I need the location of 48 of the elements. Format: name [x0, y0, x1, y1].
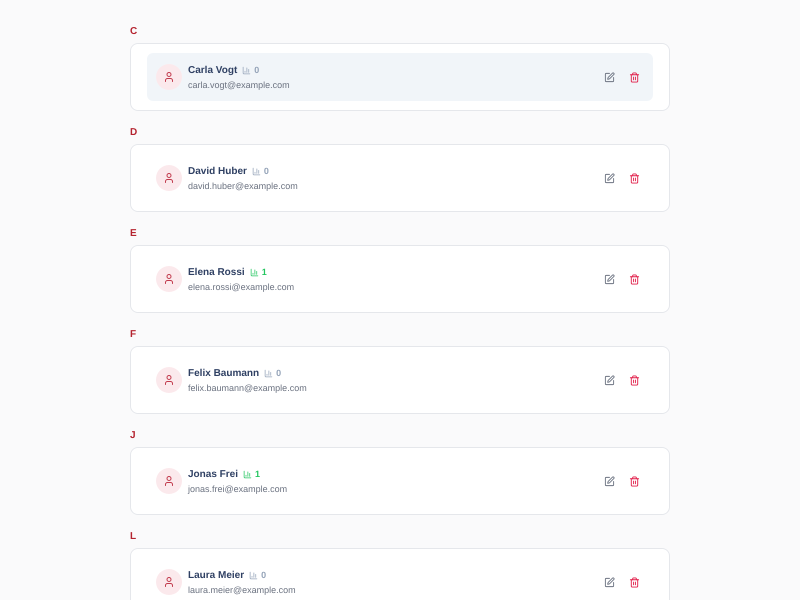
stat-count: 1 [255, 468, 260, 480]
contact-name: Carla Vogt [188, 64, 238, 76]
section-letter: L [130, 531, 138, 543]
contact-name: Jonas Frei [188, 468, 238, 480]
contact-email: felix.baumann@example.com [188, 382, 307, 394]
avatar-icon [156, 569, 182, 595]
contact-row[interactable]: Elena Rossi 1 elena.rossi@example.com [147, 255, 653, 303]
contact-name: David Huber [188, 164, 247, 178]
trash-icon [628, 172, 640, 184]
avatar-icon [156, 165, 182, 191]
contact-email: david.huber@example.com [188, 180, 298, 192]
contact-row[interactable]: Laura Meier 0 laura.meier@example.com [147, 558, 653, 600]
contact-email: jonas.frei@example.com [188, 482, 288, 494]
stat-count: 0 [261, 570, 266, 580]
contact-name: Laura Meier [188, 568, 244, 582]
avatar-icon [156, 64, 182, 90]
avatar-icon [156, 367, 182, 393]
contact-row[interactable]: David Huber 0 david.huber@example.com [147, 154, 653, 202]
edit-icon [604, 576, 614, 588]
trash-icon [628, 374, 640, 386]
contact-email: carla.vogt@example.com [188, 78, 290, 90]
edit-icon [604, 274, 614, 284]
contact-row[interactable]: Carla Vogt 0 carla.vogt@example.com [147, 53, 653, 101]
edit-icon [604, 374, 614, 386]
trash-icon [628, 274, 640, 284]
section-letter: F [130, 329, 138, 341]
avatar-icon [156, 266, 182, 292]
contact-name: Felix Baumann [188, 366, 260, 380]
avatar-icon [156, 468, 182, 494]
stat-count: 0 [254, 64, 260, 76]
trash-icon [628, 476, 640, 486]
trash-icon [628, 72, 640, 82]
stat-count: 1 [262, 266, 267, 278]
contact-row[interactable]: Felix Baumann 0 felix.baumann@example.com [147, 356, 653, 404]
contact-row[interactable]: Jonas Frei 1 jonas.frei@example.com [147, 457, 653, 505]
edit-icon [604, 172, 614, 184]
section-letter: D [130, 127, 138, 139]
contact-email: laura.meier@example.com [188, 584, 296, 596]
stat-count: 0 [276, 368, 282, 378]
contact-name: Elena Rossi [188, 266, 245, 278]
stat-count: 0 [264, 166, 269, 176]
section-letter: C [130, 26, 138, 38]
edit-icon [604, 72, 614, 82]
trash-icon [628, 576, 640, 588]
contact-email: elena.rossi@example.com [188, 280, 294, 292]
edit-icon [604, 476, 614, 486]
section-letter: E [130, 228, 138, 240]
section-letter: J [130, 430, 137, 442]
